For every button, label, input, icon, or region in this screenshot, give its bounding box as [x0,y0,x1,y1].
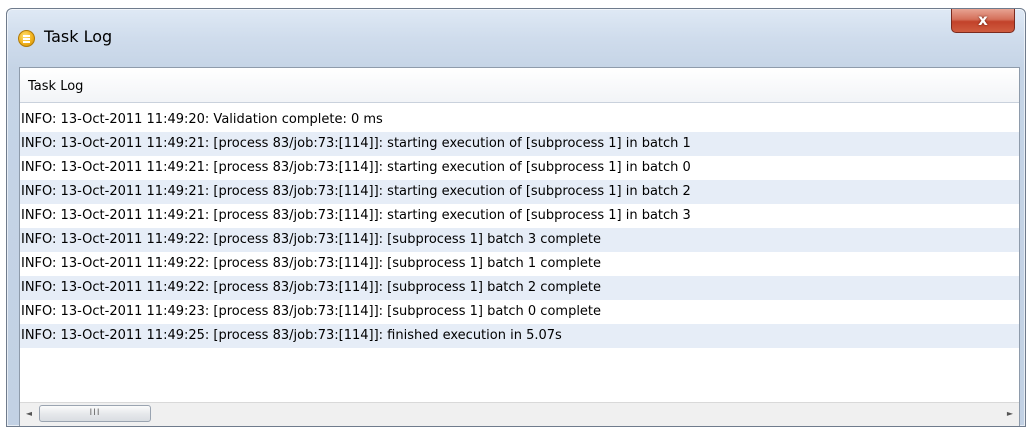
task-log-window: Task Log x Task Log INFO: 13-Oct-2011 11… [6,8,1026,427]
log-list: INFO: 13-Oct-2011 11:49:20: Validation c… [20,108,1019,398]
log-line[interactable]: INFO: 13-Oct-2011 11:49:22: [process 83/… [20,252,1019,276]
scroll-thumb[interactable]: III [39,405,151,422]
title-bar[interactable]: Task Log x [7,9,1025,65]
close-button[interactable]: x [951,9,1015,33]
log-line[interactable]: INFO: 13-Oct-2011 11:49:20: Validation c… [20,108,1019,132]
log-line[interactable]: INFO: 13-Oct-2011 11:49:21: [process 83/… [20,180,1019,204]
task-log-panel: Task Log INFO: 13-Oct-2011 11:49:20: Val… [19,67,1020,426]
log-line[interactable]: INFO: 13-Oct-2011 11:49:25: [process 83/… [20,324,1019,348]
app-icon [18,30,35,47]
log-line[interactable]: INFO: 13-Oct-2011 11:49:21: [process 83/… [20,204,1019,228]
log-line[interactable]: INFO: 13-Oct-2011 11:49:22: [process 83/… [20,276,1019,300]
scroll-left-arrow-icon[interactable]: ◄ [20,403,38,425]
log-line[interactable]: INFO: 13-Oct-2011 11:49:21: [process 83/… [20,156,1019,180]
log-line[interactable]: INFO: 13-Oct-2011 11:49:21: [process 83/… [20,132,1019,156]
scroll-right-arrow-icon[interactable]: ► [1001,403,1019,425]
log-line[interactable]: INFO: 13-Oct-2011 11:49:23: [process 83/… [20,300,1019,324]
panel-header-label: Task Log [28,79,84,94]
panel-header: Task Log [20,68,1019,103]
window-title: Task Log [44,27,113,46]
log-line[interactable]: INFO: 13-Oct-2011 11:49:22: [process 83/… [20,228,1019,252]
horizontal-scrollbar[interactable]: ◄ III ► [20,402,1019,426]
